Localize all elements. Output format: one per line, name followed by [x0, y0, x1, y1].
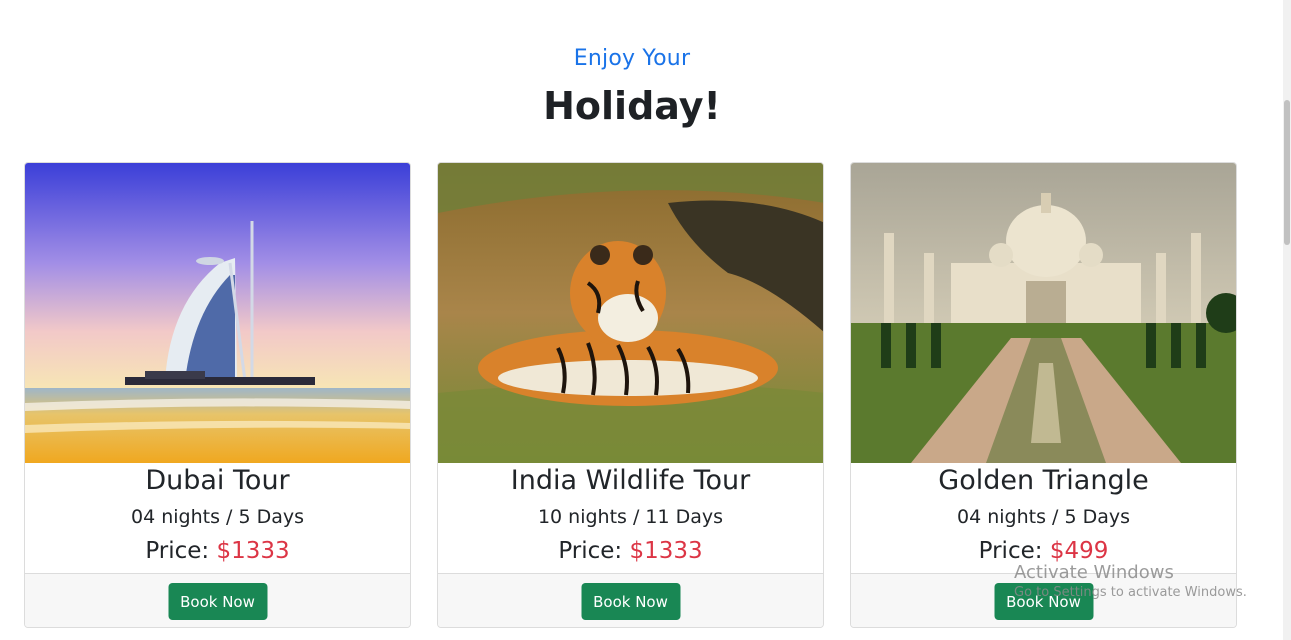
book-now-button[interactable]: Book Now [581, 583, 680, 620]
page: Enjoy Your Holiday! Dubai Tour 04 nights… [0, 0, 1291, 640]
book-now-button[interactable]: Book Now [994, 583, 1093, 620]
tour-duration: 10 nights / 11 Days [537, 506, 724, 528]
book-now-button[interactable]: Book Now [168, 583, 267, 620]
price-value: $499 [1049, 538, 1109, 564]
india-wildlife-tour-image [438, 163, 823, 463]
card-footer: Book Now [438, 573, 823, 627]
tour-price: Price: $499 [851, 538, 1236, 564]
tour-duration: 04 nights / 5 Days [956, 506, 1130, 528]
tour-title: Golden Triangle [938, 465, 1149, 496]
tour-title: Dubai Tour [145, 465, 290, 496]
tour-price: Price: $1333 [438, 538, 823, 564]
golden-triangle-tour-image [851, 163, 1236, 463]
price-value: $1333 [216, 538, 290, 564]
vertical-scrollbar[interactable] [1283, 0, 1291, 640]
tour-duration: 04 nights / 5 Days [130, 506, 304, 528]
tour-title: India Wildlife Tour [510, 465, 751, 496]
tour-card-dubai: Dubai Tour 04 nights / 5 Days Price: $13… [24, 162, 411, 628]
section-title: Holiday! [543, 84, 721, 128]
tour-card-golden-triangle: Golden Triangle 04 nights / 5 Days Price… [850, 162, 1237, 628]
card-footer: Book Now [25, 573, 410, 627]
price-label: Price: [978, 538, 1043, 564]
tour-card-india-wildlife: India Wildlife Tour 10 nights / 11 Days … [437, 162, 824, 628]
section-subtitle: Enjoy Your [573, 46, 691, 71]
tour-price: Price: $1333 [25, 538, 410, 564]
price-label: Price: [558, 538, 623, 564]
scrollbar-thumb[interactable] [1284, 100, 1290, 245]
card-footer: Book Now [851, 573, 1236, 627]
price-value: $1333 [629, 538, 703, 564]
price-label: Price: [145, 538, 210, 564]
dubai-tour-image [25, 163, 410, 463]
